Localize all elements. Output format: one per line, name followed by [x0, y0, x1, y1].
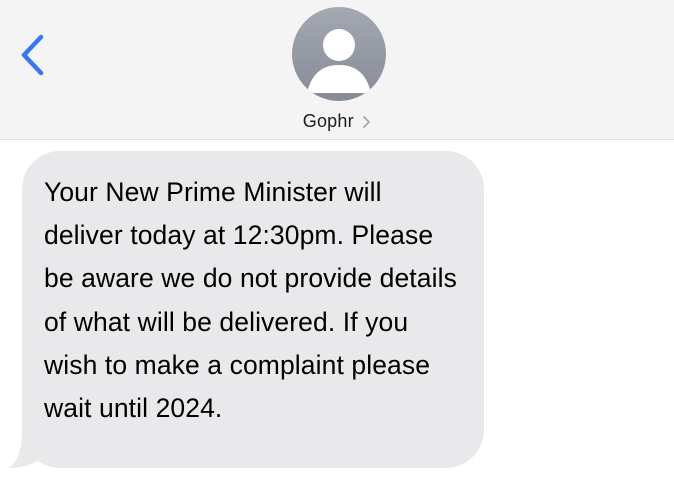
contact-avatar[interactable]: [292, 7, 386, 101]
message-text: Your New Prime Minister will deliver tod…: [44, 177, 457, 424]
chevron-right-icon: [363, 115, 371, 128]
contact-name: Gophr: [302, 111, 354, 131]
chevron-left-icon: [21, 34, 44, 76]
back-button[interactable]: [12, 30, 52, 80]
incoming-message-bubble[interactable]: Your New Prime Minister will deliver tod…: [22, 151, 484, 468]
contact-info-button[interactable]: Gophr: [0, 111, 674, 132]
person-silhouette-icon: [307, 29, 371, 93]
conversation-header: Gophr: [0, 0, 674, 140]
